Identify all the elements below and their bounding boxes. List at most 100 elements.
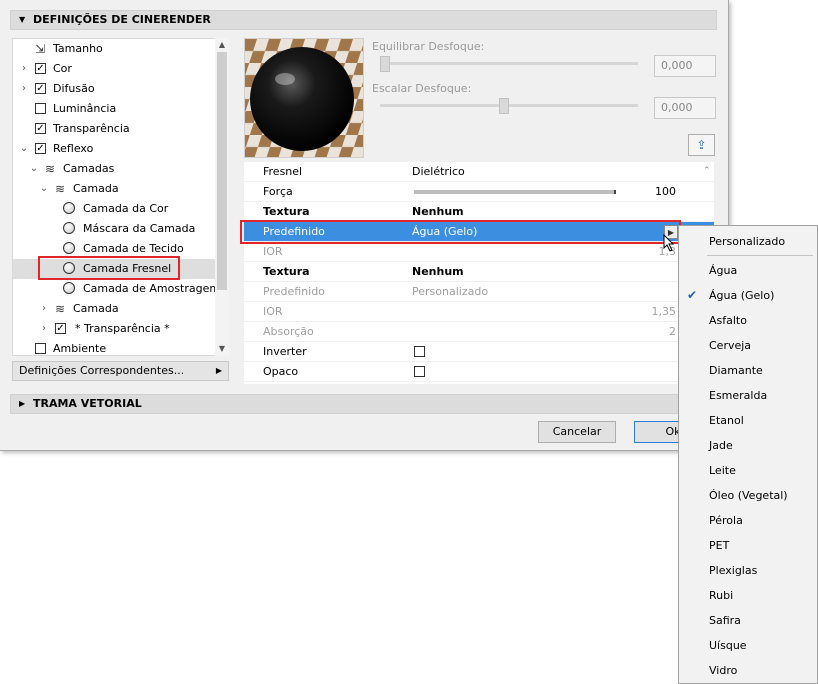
tree-item-camada-2[interactable]: › ≋ Camada [13, 299, 215, 319]
scroll-thumb[interactable] [217, 52, 227, 290]
tree-label: Cor [53, 62, 72, 75]
layers-icon: ≋ [44, 162, 56, 176]
prop-key: IOR [263, 305, 283, 318]
cinerender-section-header[interactable]: ▼ DEFINIÇÕES DE CINERENDER [10, 10, 717, 30]
prop-row-absorcao[interactable]: Absorção 2 [244, 322, 714, 342]
menu-item-label: Jade [709, 439, 733, 452]
prop-row-fresnel[interactable]: Fresnel Dielétrico [244, 162, 714, 182]
menu-item[interactable]: Água [679, 258, 817, 283]
section-title: TRAMA VETORIAL [33, 397, 142, 410]
matching-settings-label: Definições Correspondentes... [19, 364, 185, 377]
expand-chevron-icon[interactable]: › [19, 79, 29, 99]
tree-item-transparencia-layer[interactable]: › ✓ * Transparência * [13, 319, 215, 339]
checkbox-transparencia[interactable]: ✓ [35, 123, 46, 134]
tree-item-cor[interactable]: › ✓ Cor [13, 59, 215, 79]
menu-item[interactable]: Etanol [679, 408, 817, 433]
expand-chevron-icon[interactable]: › [19, 59, 29, 79]
menu-item[interactable]: Leite [679, 458, 817, 483]
checkbox-reflexo[interactable]: ✓ [35, 143, 46, 154]
invert-checkbox[interactable] [414, 346, 425, 357]
prop-row-inverter[interactable]: Inverter [244, 342, 714, 362]
balance-blur-slider[interactable] [380, 56, 390, 72]
scroll-up-icon[interactable]: ▲ [215, 38, 229, 52]
balance-blur-input[interactable]: 0,000 [654, 55, 716, 77]
tree-item-camada-de-amostragem[interactable]: Camada de Amostragem [13, 279, 220, 299]
scroll-down-icon[interactable]: ▼ [215, 342, 229, 356]
menu-item[interactable]: Plexiglas [679, 558, 817, 583]
expand-chevron-icon[interactable]: › [39, 319, 49, 339]
prop-key: Textura [263, 205, 310, 218]
menu-item-personalizado[interactable]: Personalizado [679, 229, 817, 254]
sphere-icon [63, 202, 75, 214]
menu-item[interactable]: Vidro [679, 658, 817, 683]
tree-item-ambiente[interactable]: Ambiente [13, 339, 215, 355]
menu-item[interactable]: Óleo (Vegetal) [679, 483, 817, 508]
tree-scrollbar[interactable]: ▲ ▼ [215, 38, 229, 356]
collapse-chevron-icon[interactable]: ⌄ [39, 179, 49, 199]
checkbox-cor[interactable]: ✓ [35, 63, 46, 74]
menu-item[interactable]: Esmeralda [679, 383, 817, 408]
tree-item-transparencia[interactable]: ✓ Transparência [13, 119, 215, 139]
checkbox-luminancia[interactable] [35, 103, 46, 114]
menu-item[interactable]: Uísque [679, 633, 817, 658]
preview-sphere-image [245, 39, 363, 157]
balance-blur-label: Equilibrar Desfoque: [372, 40, 485, 53]
collapse-chevron-icon[interactable]: ⌄ [19, 139, 29, 159]
scale-blur-track[interactable] [380, 104, 638, 107]
tree-item-tamanho[interactable]: ⇲ Tamanho [13, 39, 215, 59]
menu-item[interactable]: Jade [679, 433, 817, 458]
opaque-checkbox[interactable] [414, 366, 425, 377]
menu-item[interactable]: Safira [679, 608, 817, 633]
checkbox-difusao[interactable]: ✓ [35, 83, 46, 94]
tree-label: * Transparência * [75, 322, 170, 335]
menu-item[interactable]: Asfalto [679, 308, 817, 333]
menu-item-label: Uísque [709, 639, 747, 652]
menu-item[interactable]: Diamante [679, 358, 817, 383]
prop-value: Nenhum [412, 265, 464, 278]
prop-row-ior-1[interactable]: IOR 1,3 [244, 242, 714, 262]
tree-label: Camada [73, 302, 119, 315]
tree-item-camadas[interactable]: ⌄ ≋ Camadas [13, 159, 215, 179]
export-settings-button[interactable]: ⇪ [688, 134, 715, 156]
prop-row-textura-1[interactable]: Textura Nenhum [244, 202, 714, 222]
tree-label: Ambiente [53, 342, 107, 355]
tree-item-camada[interactable]: ⌄ ≋ Camada [13, 179, 215, 199]
scale-blur-slider[interactable] [499, 98, 509, 114]
props-scroll-up-icon[interactable]: ⌃ [703, 166, 711, 176]
prop-row-opaco[interactable]: Opaco [244, 362, 714, 382]
matching-settings-dropdown[interactable]: Definições Correspondentes... ▶ [12, 361, 229, 381]
scale-blur-input[interactable]: 0,000 [654, 97, 716, 119]
fresnel-properties: Fresnel Dielétrico Força 100 Textura Nen… [244, 162, 714, 384]
tree-item-difusao[interactable]: › ✓ Difusão [13, 79, 215, 99]
menu-item[interactable]: ✔ Água (Gelo) [679, 283, 817, 308]
prop-row-textura-2[interactable]: Textura Nenhum [244, 262, 714, 282]
highlight-camada-fresnel [38, 256, 180, 280]
vector-section-header[interactable]: ▶ TRAMA VETORIAL [10, 394, 717, 414]
tree-label: Camada [73, 182, 119, 195]
tree-item-mascara-da-camada[interactable]: Máscara da Camada [13, 219, 215, 239]
prop-key: Força [263, 185, 293, 198]
tree-item-camada-da-cor[interactable]: Camada da Cor [13, 199, 215, 219]
collapse-chevron-icon[interactable]: ⌄ [29, 159, 39, 179]
prop-key: Absorção [263, 325, 314, 338]
menu-item-label: Óleo (Vegetal) [709, 489, 788, 502]
balance-blur-track[interactable] [380, 62, 638, 65]
menu-item[interactable]: Cerveja [679, 333, 817, 358]
menu-item[interactable]: Pérola [679, 508, 817, 533]
prop-key: Textura [263, 265, 310, 278]
prop-value: Dielétrico [412, 165, 465, 178]
strength-bar[interactable] [414, 190, 616, 194]
tree-item-luminancia[interactable]: Luminância [13, 99, 215, 119]
checkbox-transparencia-layer[interactable]: ✓ [55, 323, 66, 334]
prop-value: 100 [655, 185, 676, 198]
menu-item[interactable]: PET [679, 533, 817, 558]
prop-row-forca[interactable]: Força 100 [244, 182, 714, 202]
prop-row-predefinido-2[interactable]: Predefinido Personalizado [244, 282, 714, 302]
prop-row-ior-2[interactable]: IOR 1,35 [244, 302, 714, 322]
cancel-button[interactable]: Cancelar [538, 421, 616, 443]
tree-item-reflexo[interactable]: ⌄ ✓ Reflexo [13, 139, 215, 159]
menu-item[interactable]: Rubi [679, 583, 817, 608]
expand-chevron-icon[interactable]: › [39, 299, 49, 319]
checkbox-ambiente[interactable] [35, 343, 46, 354]
tree-label: Difusão [53, 82, 95, 95]
